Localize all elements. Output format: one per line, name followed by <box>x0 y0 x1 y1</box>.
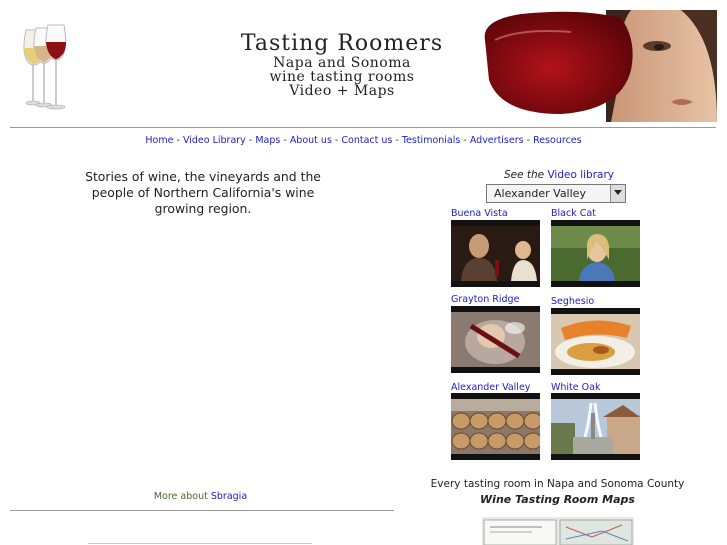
nav-video-library[interactable]: Video Library <box>183 135 246 146</box>
video-thumb-black-cat[interactable] <box>551 220 640 287</box>
nav-separator: - <box>463 135 467 146</box>
content-divider <box>10 510 394 511</box>
see-the-label: See the <box>503 169 545 181</box>
nav-contact-us[interactable]: Contact us <box>341 135 392 146</box>
region-select-value: Alexander Valley <box>494 187 586 200</box>
video-thumb-seghesio[interactable] <box>551 308 640 375</box>
subtitle-line: Video + Maps <box>289 83 395 99</box>
nav-separator: - <box>526 135 531 146</box>
maps-preview-image[interactable] <box>482 517 634 545</box>
video-label-alexander-valley[interactable]: Alexander Valley <box>451 382 530 393</box>
site-title[interactable]: Tasting Roomers <box>222 31 462 56</box>
nav-maps[interactable]: Maps <box>255 135 280 146</box>
video-thumb-buena-vista[interactable] <box>451 220 540 287</box>
nav-separator: - <box>334 135 339 146</box>
more-about-prefix: More about <box>153 491 208 502</box>
nav-separator: - <box>248 135 253 146</box>
video-thumb-alexander-valley[interactable] <box>451 393 540 460</box>
video-label-white-oak[interactable]: White Oak <box>551 382 600 393</box>
nav-about-us[interactable]: About us <box>290 135 332 146</box>
region-select[interactable]: Alexander Valley <box>486 184 626 203</box>
subtitle-line: Napa and Sonoma <box>273 55 411 71</box>
video-label-seghesio[interactable]: Seghesio <box>551 296 594 307</box>
header-hero-image <box>481 10 717 122</box>
video-thumb-white-oak[interactable] <box>551 393 640 460</box>
more-about: More about Sbragia <box>128 491 273 502</box>
nav-separator: - <box>395 135 399 146</box>
nav-separator: - <box>176 135 180 146</box>
header-divider <box>10 127 716 128</box>
select-arrow-icon[interactable] <box>610 185 625 202</box>
video-label-grayton-ridge[interactable]: Grayton Ridge <box>451 294 519 305</box>
video-thumb-grayton-ridge[interactable] <box>451 306 540 373</box>
footer-divider <box>88 543 312 544</box>
site-subtitle: Napa and Sonoma wine tasting rooms Video… <box>222 56 462 98</box>
subtitle-line: wine tasting rooms <box>269 69 415 85</box>
nav-advertisers[interactable]: Advertisers <box>470 135 524 146</box>
wine-glasses-logo[interactable] <box>18 22 80 110</box>
video-library-link[interactable]: Video library <box>547 169 614 181</box>
maps-promo-text: Every tasting room in Napa and Sonoma Co… <box>430 478 685 490</box>
nav-home[interactable]: Home <box>145 135 173 146</box>
intro-text: Stories of wine, the vineyards and the p… <box>85 169 321 216</box>
video-label-black-cat[interactable]: Black Cat <box>551 208 596 219</box>
more-about-link[interactable]: Sbragia <box>211 491 247 502</box>
video-label-buena-vista[interactable]: Buena Vista <box>451 208 508 219</box>
main-nav: Home - Video Library - Maps - About us -… <box>0 135 727 146</box>
video-library-heading: See the Video library <box>480 169 638 181</box>
nav-separator: - <box>283 135 287 146</box>
nav-testimonials[interactable]: Testimonials <box>402 135 460 146</box>
nav-resources[interactable]: Resources <box>533 135 582 146</box>
maps-promo-title[interactable]: Wine Tasting Room Maps <box>430 493 685 506</box>
